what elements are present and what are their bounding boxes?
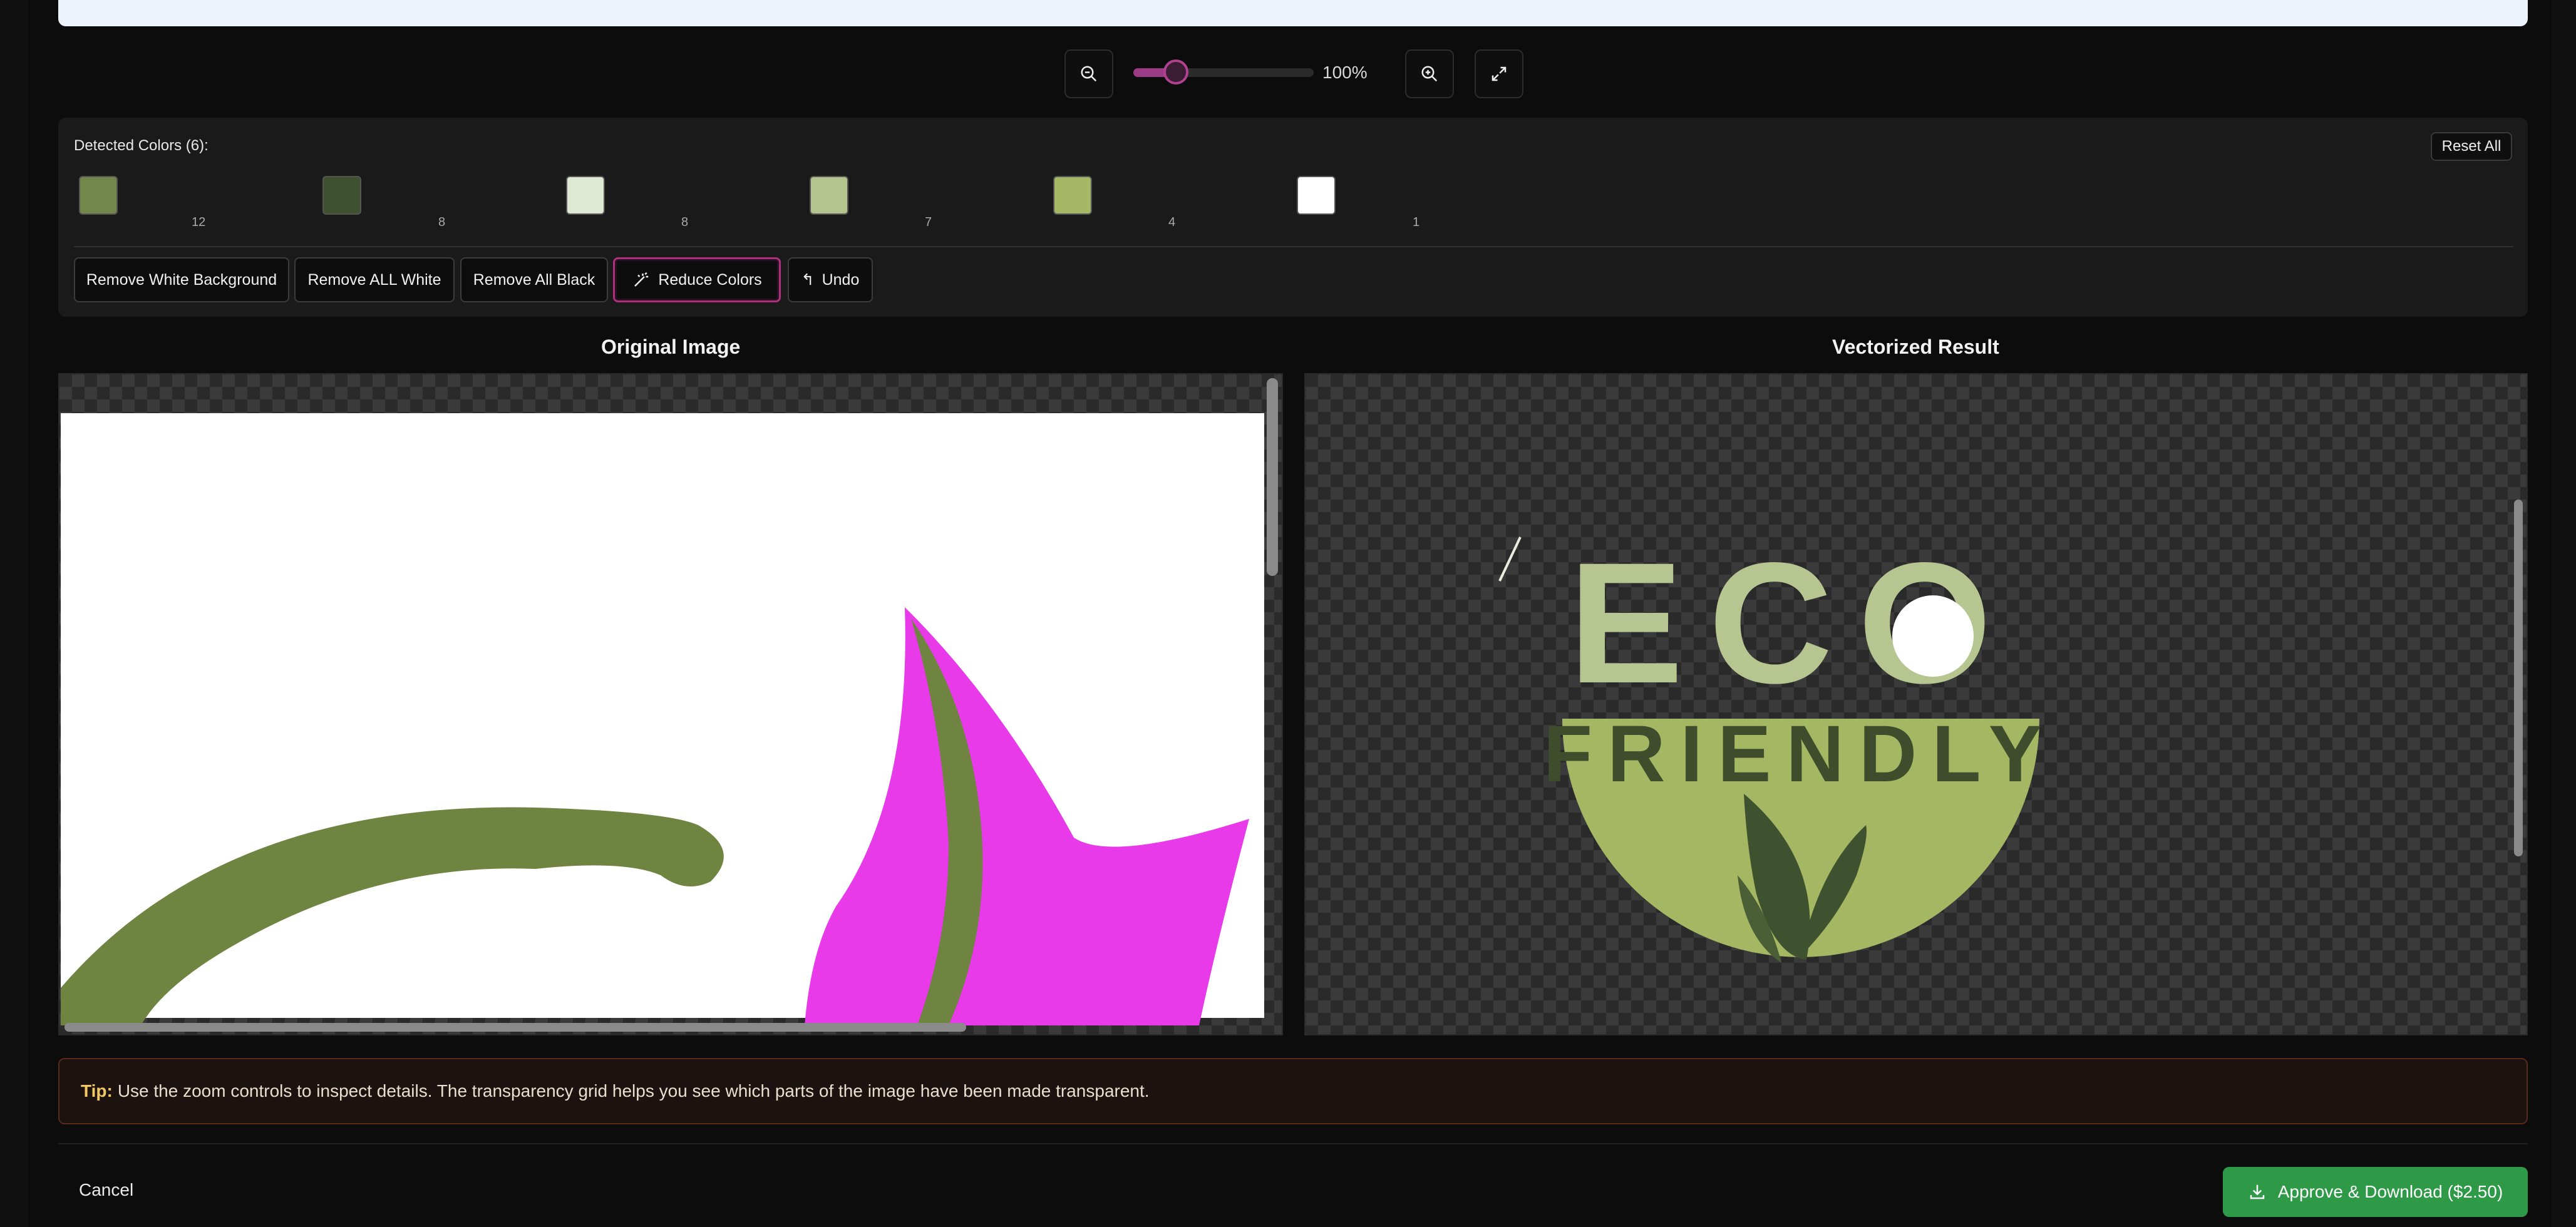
download-icon [2250, 1184, 2264, 1199]
color-swatch[interactable] [566, 176, 605, 215]
remove-all-white-button[interactable]: Remove ALL White [294, 257, 455, 302]
vectorized-result-viewer[interactable]: ECO FRIENDLY [1304, 373, 2528, 1035]
swatch-count: 4 [1168, 215, 1176, 229]
swatch-count: 8 [438, 215, 446, 229]
color-swatch[interactable] [1297, 176, 1336, 215]
zoom-slider-thumb[interactable] [1163, 59, 1188, 85]
remove-all-black-button[interactable]: Remove All Black [460, 257, 608, 302]
zoom-in-icon [1421, 66, 1438, 82]
approve-label: Approve & Download ($2.50) [2277, 1182, 2503, 1201]
remove-white-background-button[interactable]: Remove White Background [74, 257, 289, 302]
color-swatch[interactable] [1053, 176, 1092, 215]
vectorized-result-title: Vectorized Result [1832, 336, 1999, 358]
swatch-count: 8 [681, 215, 689, 229]
approve-download-button[interactable]: Approve & Download ($2.50) [2223, 1167, 2528, 1217]
swatch-count: 7 [925, 215, 932, 229]
swatch-count: 1 [1413, 215, 1420, 229]
color-swatch[interactable] [322, 176, 361, 215]
tip-text: Use the zoom controls to inspect details… [117, 1081, 1150, 1101]
swatch-count: 12 [192, 215, 206, 229]
reduce-colors-button[interactable]: Reduce Colors [613, 257, 781, 302]
tip-box: Tip: Use the zoom controls to inspect de… [58, 1058, 2528, 1124]
zoom-in-button[interactable] [1405, 49, 1454, 98]
zoom-out-icon [1081, 66, 1097, 82]
undo-button[interactable]: ↰ Undo [788, 257, 873, 302]
background-right-edge [2552, 0, 2576, 1227]
fullscreen-button[interactable] [1475, 49, 1523, 98]
expand-icon [1492, 66, 1507, 81]
info-banner [58, 0, 2528, 26]
detected-colors-title: Detected Colors (6): [74, 137, 209, 154]
zoom-percent: 100% [1322, 63, 1368, 82]
zoom-out-button[interactable] [1064, 49, 1113, 98]
original-image-content [61, 378, 1278, 1032]
original-image-viewer[interactable] [58, 373, 1283, 1035]
tip-label: Tip: [81, 1081, 113, 1101]
logo-friendly-text: FRIENDLY [1543, 709, 2057, 799]
panel-divider [74, 246, 2513, 247]
magic-wand-icon [634, 272, 649, 287]
background-sidebar [0, 0, 28, 1227]
undo-icon: ↰ [801, 271, 815, 289]
undo-label: Undo [822, 270, 860, 289]
reduce-colors-label: Reduce Colors [658, 270, 762, 289]
vectorized-logo: ECO FRIENDLY [1498, 500, 2523, 963]
footer-divider [58, 1143, 2528, 1144]
color-swatch[interactable] [79, 176, 118, 215]
color-swatch[interactable] [810, 176, 848, 215]
cancel-button[interactable]: Cancel [79, 1180, 133, 1200]
original-image-title: Original Image [601, 336, 741, 358]
reset-all-button[interactable]: Reset All [2431, 132, 2512, 161]
